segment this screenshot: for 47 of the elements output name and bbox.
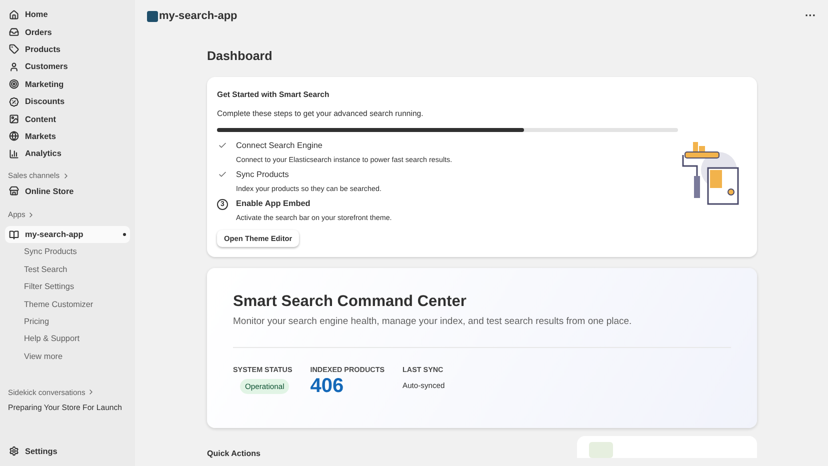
page-title: Dashboard: [207, 49, 274, 63]
nav-item[interactable]: Discounts: [5, 92, 130, 110]
globe-icon: [9, 131, 19, 142]
nav-subitem[interactable]: Theme Customizer: [5, 295, 130, 313]
stat-value: 406: [310, 375, 345, 398]
step-title: Sync Products: [236, 170, 290, 179]
nav-subitem[interactable]: Test Search: [5, 260, 130, 278]
dot-icon: [123, 233, 126, 236]
nav-item[interactable]: Analytics: [5, 145, 130, 163]
app-logo-icon: [147, 10, 158, 22]
step-title: Connect Search Engine: [236, 141, 324, 150]
nav-subitem[interactable]: Filter Settings: [5, 278, 130, 296]
book-icon: [9, 230, 19, 240]
nav-subitem[interactable]: Pricing: [5, 312, 130, 330]
nav-item[interactable]: Customers: [5, 58, 130, 76]
nav-item[interactable]: Content: [5, 110, 130, 128]
section-heading: Quick Actions: [207, 449, 260, 458]
percent-badge-icon: [9, 96, 19, 107]
card-heading: Smart Search Command Center: [233, 293, 468, 311]
more-button[interactable]: ···: [805, 10, 816, 22]
nav-subitem[interactable]: Help & Support: [5, 330, 130, 348]
person-icon: [9, 62, 19, 72]
settings-icon: [9, 446, 19, 456]
app-nav-item[interactable]: my-search-app: [5, 226, 130, 244]
nav-item[interactable]: Marketing: [5, 76, 130, 93]
nav-item[interactable]: Online Store: [5, 182, 130, 200]
check-icon: [218, 170, 227, 179]
target-icon: [9, 79, 19, 90]
app-title: my-search-app: [147, 10, 238, 22]
home-icon: [9, 10, 19, 20]
thumbnail: [589, 442, 613, 458]
store-icon: [9, 186, 19, 196]
settings-item[interactable]: Settings: [5, 442, 130, 460]
nav-subitem[interactable]: View more: [5, 348, 130, 366]
card-description: Monitor your search engine health, manage your index, and test search results from one place.: [233, 316, 633, 327]
nav-item[interactable]: Home: [5, 6, 130, 24]
nav-item[interactable]: Products: [5, 40, 130, 58]
step-title: Enable App Embed: [236, 199, 312, 208]
app-label: my-search-app: [9, 230, 84, 240]
image-icon: [9, 114, 19, 124]
inbox-icon: [9, 27, 19, 38]
bar-chart-icon: [9, 148, 19, 159]
tag-icon: [9, 44, 19, 54]
nav-subitem[interactable]: Sync Products: [5, 243, 130, 261]
check-icon: [218, 141, 227, 150]
nav-item[interactable]: Orders: [5, 23, 130, 41]
nav-item[interactable]: Markets: [5, 128, 130, 146]
